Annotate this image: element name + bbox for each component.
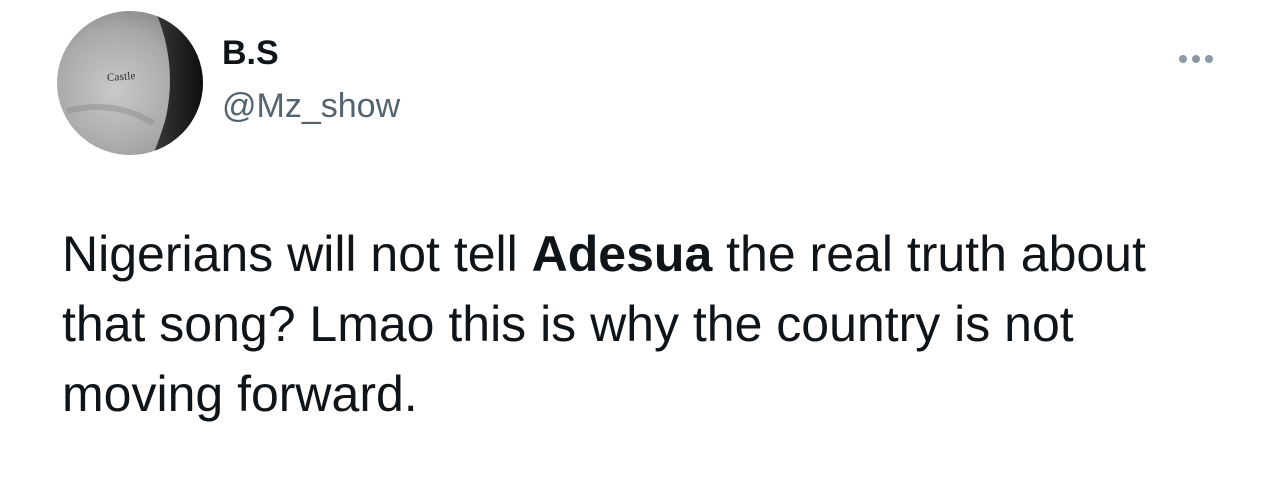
avatar[interactable]: Castle xyxy=(57,11,203,155)
display-name[interactable]: B.S xyxy=(222,36,279,70)
avatar-photo xyxy=(57,11,203,155)
tweet-card: Castle B.S @Mz_show Nigerians will not t… xyxy=(0,0,1280,489)
tweet-text-start: Nigerians will not tell xyxy=(62,226,532,282)
tweet-text-highlight: Adesua xyxy=(531,226,713,282)
more-options-button[interactable] xyxy=(1168,44,1224,74)
avatar-tattoo-text: Castle xyxy=(106,70,137,84)
more-horizontal-icon xyxy=(1179,55,1187,63)
more-horizontal-icon xyxy=(1205,55,1213,63)
more-horizontal-icon xyxy=(1192,55,1200,63)
tweet-text: Nigerians will not tell Adesua the real … xyxy=(62,219,1242,429)
user-handle[interactable]: @Mz_show xyxy=(222,89,400,123)
